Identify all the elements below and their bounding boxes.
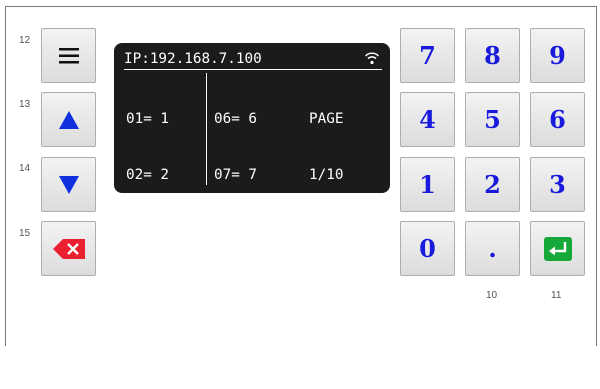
menu-icon bbox=[58, 47, 79, 63]
wifi-icon bbox=[364, 52, 380, 65]
scroll-down-button[interactable] bbox=[41, 157, 96, 212]
backspace-button[interactable] bbox=[41, 221, 96, 276]
display-line: 1/10 bbox=[309, 166, 344, 183]
display-line: 07= 7 bbox=[214, 166, 258, 183]
key-7[interactable]: 7 bbox=[400, 28, 455, 83]
key-1[interactable]: 1 bbox=[400, 157, 455, 212]
key-8[interactable]: 8 bbox=[465, 28, 520, 83]
display-line: 02= 2 bbox=[126, 166, 170, 183]
display-divider bbox=[206, 73, 207, 185]
display-column-2: 06= 6 07= 7 08= 8 09= 9 10= 10 bbox=[214, 73, 266, 389]
menu-button[interactable] bbox=[41, 28, 96, 83]
bottom-label-11: 11 bbox=[551, 290, 562, 301]
key-5[interactable]: 5 bbox=[465, 92, 520, 147]
enter-icon bbox=[543, 236, 572, 261]
display-line: 08= 8 bbox=[214, 222, 258, 239]
display-line: 03= 3 bbox=[126, 222, 170, 239]
lcd-display: IP:192.168.7.100 01= 1 02= 2 03= 3 04= 4… bbox=[114, 43, 390, 350]
display-line: 04= 4 bbox=[126, 278, 170, 295]
arrow-down-icon bbox=[58, 175, 79, 194]
display-line: 10= 10 bbox=[214, 334, 266, 351]
key-decimal-point[interactable]: . bbox=[465, 221, 520, 276]
display-column-1: 01= 1 02= 2 03= 3 04= 4 05= 5 bbox=[126, 73, 169, 389]
display-line: 06= 6 bbox=[214, 111, 258, 128]
key-9[interactable]: 9 bbox=[530, 28, 585, 83]
display-line: PAGE bbox=[309, 111, 344, 128]
display-line: 01= 1 bbox=[126, 111, 170, 128]
bottom-label-10: 10 bbox=[486, 290, 498, 301]
backspace-icon bbox=[52, 238, 85, 259]
arrow-up-icon bbox=[58, 110, 79, 129]
display-column-3: PAGE 1/10 [0] TO CHANGE bbox=[309, 73, 361, 371]
display-line: [0] TO bbox=[309, 259, 361, 276]
display-line: 05= 5 bbox=[126, 334, 170, 351]
ip-address: IP:192.168.7.100 bbox=[124, 51, 262, 67]
enter-button[interactable] bbox=[530, 221, 585, 276]
side-label-13: 13 bbox=[19, 99, 31, 110]
side-label-14: 14 bbox=[19, 163, 31, 174]
display-line: 09= 9 bbox=[214, 278, 258, 295]
key-2[interactable]: 2 bbox=[465, 157, 520, 212]
display-header: IP:192.168.7.100 bbox=[124, 49, 382, 70]
key-4[interactable]: 4 bbox=[400, 92, 455, 147]
key-0[interactable]: 0 bbox=[400, 221, 455, 276]
scroll-up-button[interactable] bbox=[41, 92, 96, 147]
key-6[interactable]: 6 bbox=[530, 92, 585, 147]
side-label-15: 15 bbox=[19, 228, 31, 239]
key-3[interactable]: 3 bbox=[530, 157, 585, 212]
side-label-12: 12 bbox=[19, 35, 31, 46]
